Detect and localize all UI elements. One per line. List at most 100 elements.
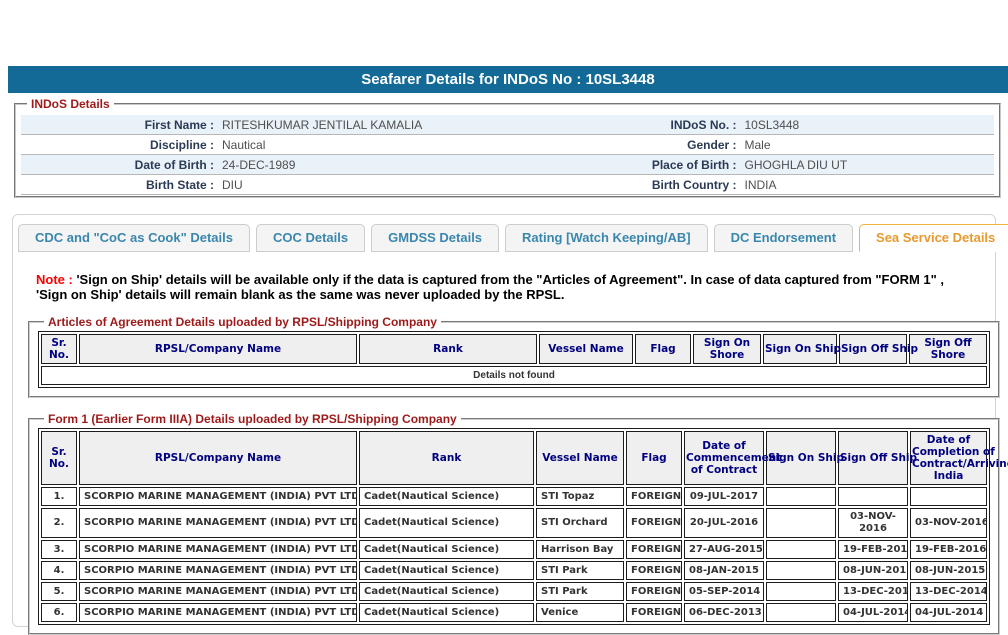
cell-completion: 08-JUN-2015 xyxy=(910,561,987,580)
cell-completion: 03-NOV-2016 xyxy=(910,508,987,538)
cell-rank: Cadet(Nautical Science) xyxy=(359,603,534,622)
tab-rating-watch-keeping-ab[interactable]: Rating [Watch Keeping/AB] xyxy=(505,224,708,252)
column-header: Sign On Ship xyxy=(766,431,836,485)
note: Note : 'Sign on Ship' details will be av… xyxy=(36,272,975,302)
form1-table: Sr. No.RPSL/Company NameRankVessel NameF… xyxy=(38,428,990,625)
cell-sign-on-ship xyxy=(766,540,836,559)
sea-service-row: 4. SCORPIO MARINE MANAGEMENT (INDIA) PVT… xyxy=(41,561,987,580)
cell-flag: FOREIGN xyxy=(626,540,682,559)
cell-sign-off-ship: 04-JUL-2014 xyxy=(838,603,908,622)
field-label: Date of Birth : xyxy=(21,158,219,172)
cell-sr-no: 5. xyxy=(41,582,77,601)
note-label: Note : xyxy=(36,272,73,287)
cell-sign-off-ship xyxy=(838,487,908,506)
column-header: Date of Completion of Contract/Arriving … xyxy=(910,431,987,485)
cell-sign-on-ship xyxy=(766,487,836,506)
field-value: DIU xyxy=(219,178,472,192)
indos-detail-row: Discipline : Nautical Gender : Male xyxy=(21,135,994,155)
field-value: 24-DEC-1989 xyxy=(219,158,472,172)
tab-dc-endorsement[interactable]: DC Endorsement xyxy=(714,224,853,252)
field-label: First Name : xyxy=(21,118,219,132)
cell-rank: Cadet(Nautical Science) xyxy=(359,487,534,506)
field-value: GHOGHLA DIU UT xyxy=(742,158,995,172)
sea-service-row: 5. SCORPIO MARINE MANAGEMENT (INDIA) PVT… xyxy=(41,582,987,601)
cell-rank: Cadet(Nautical Science) xyxy=(359,508,534,538)
tab-bar: CDC and "CoC as Cook" Details COC Detail… xyxy=(18,224,995,252)
form1-body: 1. SCORPIO MARINE MANAGEMENT (INDIA) PVT… xyxy=(41,487,987,622)
empty-row: Details not found xyxy=(41,366,987,385)
cell-flag: FOREIGN xyxy=(626,561,682,580)
cell-rank: Cadet(Nautical Science) xyxy=(359,540,534,559)
cell-sign-on-ship xyxy=(766,582,836,601)
field-label: Place of Birth : xyxy=(472,158,742,172)
column-header: Flag xyxy=(626,431,682,485)
cell-sr-no: 1. xyxy=(41,487,77,506)
cell-vessel: Harrison Bay xyxy=(536,540,624,559)
column-header: Sign On Shore xyxy=(693,334,761,364)
cell-flag: FOREIGN xyxy=(626,603,682,622)
field-value: Male xyxy=(742,138,995,152)
field-value: Nautical xyxy=(219,138,472,152)
column-header: Date of Commencement of Contract xyxy=(684,431,764,485)
cell-company: SCORPIO MARINE MANAGEMENT (INDIA) PVT LT… xyxy=(79,487,357,506)
page-title: Seafarer Details for INDoS No : 10SL3448 xyxy=(8,66,1008,93)
tab-coc-details[interactable]: COC Details xyxy=(256,224,365,252)
cell-vessel: STI Orchard xyxy=(536,508,624,538)
sea-service-row: 1. SCORPIO MARINE MANAGEMENT (INDIA) PVT… xyxy=(41,487,987,506)
articles-header-row: Sr. No.RPSL/Company NameRankVessel NameF… xyxy=(41,334,987,364)
cell-sr-no: 4. xyxy=(41,561,77,580)
tab-sea-service-details[interactable]: Sea Service Details xyxy=(859,224,1008,252)
cell-commencement: 05-SEP-2014 xyxy=(684,582,764,601)
tab-gmdss-details[interactable]: GMDSS Details xyxy=(371,224,499,252)
cell-company: SCORPIO MARINE MANAGEMENT (INDIA) PVT LT… xyxy=(79,540,357,559)
field-value: RITESHKUMAR JENTILAL KAMALIA xyxy=(219,118,472,132)
indos-detail-row: Date of Birth : 24-DEC-1989 Place of Bir… xyxy=(21,155,994,175)
column-header: Sr. No. xyxy=(41,431,77,485)
field-label: Discipline : xyxy=(21,138,219,152)
field-label: INDoS No. : xyxy=(472,118,742,132)
column-header: RPSL/Company Name xyxy=(79,431,357,485)
form1-header-row: Sr. No.RPSL/Company NameRankVessel NameF… xyxy=(41,431,987,485)
cell-completion: 04-JUL-2014 xyxy=(910,603,987,622)
sea-service-row: 2. SCORPIO MARINE MANAGEMENT (INDIA) PVT… xyxy=(41,508,987,538)
cell-sr-no: 6. xyxy=(41,603,77,622)
cell-sign-on-ship xyxy=(766,561,836,580)
cell-flag: FOREIGN xyxy=(626,582,682,601)
empty-message: Details not found xyxy=(41,366,987,385)
sea-service-tab-panel: CDC and "CoC as Cook" Details COC Detail… xyxy=(12,214,996,627)
tab-cdc-and-coc-as-cook-details[interactable]: CDC and "CoC as Cook" Details xyxy=(18,224,250,252)
articles-legend: Articles of Agreement Details uploaded b… xyxy=(44,315,441,329)
cell-sr-no: 2. xyxy=(41,508,77,538)
articles-of-agreement-section: Articles of Agreement Details uploaded b… xyxy=(28,315,1000,398)
column-header: Vessel Name xyxy=(536,431,624,485)
cell-vessel: Venice xyxy=(536,603,624,622)
cell-vessel: STI Park xyxy=(536,582,624,601)
indos-detail-row: Birth State : DIU Birth Country : INDIA xyxy=(21,175,994,195)
indos-details-section: INDoS Details First Name : RITESHKUMAR J… xyxy=(14,97,1001,198)
cell-company: SCORPIO MARINE MANAGEMENT (INDIA) PVT LT… xyxy=(79,508,357,538)
articles-table: Sr. No.RPSL/Company NameRankVessel NameF… xyxy=(38,331,990,388)
cell-sign-on-ship xyxy=(766,603,836,622)
sea-service-row: 6. SCORPIO MARINE MANAGEMENT (INDIA) PVT… xyxy=(41,603,987,622)
indos-details-rows: First Name : RITESHKUMAR JENTILAL KAMALI… xyxy=(21,115,994,195)
indos-detail-row: First Name : RITESHKUMAR JENTILAL KAMALI… xyxy=(21,115,994,135)
cell-company: SCORPIO MARINE MANAGEMENT (INDIA) PVT LT… xyxy=(79,561,357,580)
cell-sign-off-ship: 03-NOV- 2016 xyxy=(838,508,908,538)
indos-details-legend: INDoS Details xyxy=(27,97,114,111)
field-label: Birth Country : xyxy=(472,178,742,192)
sea-service-row: 3. SCORPIO MARINE MANAGEMENT (INDIA) PVT… xyxy=(41,540,987,559)
form1-legend: Form 1 (Earlier Form IIIA) Details uploa… xyxy=(44,412,461,426)
column-header: Sign Off Ship xyxy=(838,431,908,485)
cell-sign-off-ship: 19-FEB-2016 xyxy=(838,540,908,559)
cell-completion: 13-DEC-2014 xyxy=(910,582,987,601)
cell-commencement: 08-JAN-2015 xyxy=(684,561,764,580)
form1-section: Form 1 (Earlier Form IIIA) Details uploa… xyxy=(28,412,1000,635)
column-header: Flag xyxy=(635,334,691,364)
cell-company: SCORPIO MARINE MANAGEMENT (INDIA) PVT LT… xyxy=(79,582,357,601)
column-header: Sign On Ship xyxy=(763,334,837,364)
column-header: Vessel Name xyxy=(539,334,633,364)
cell-vessel: STI Topaz xyxy=(536,487,624,506)
cell-rank: Cadet(Nautical Science) xyxy=(359,561,534,580)
column-header: Sign Off Shore xyxy=(909,334,987,364)
cell-completion xyxy=(910,487,987,506)
